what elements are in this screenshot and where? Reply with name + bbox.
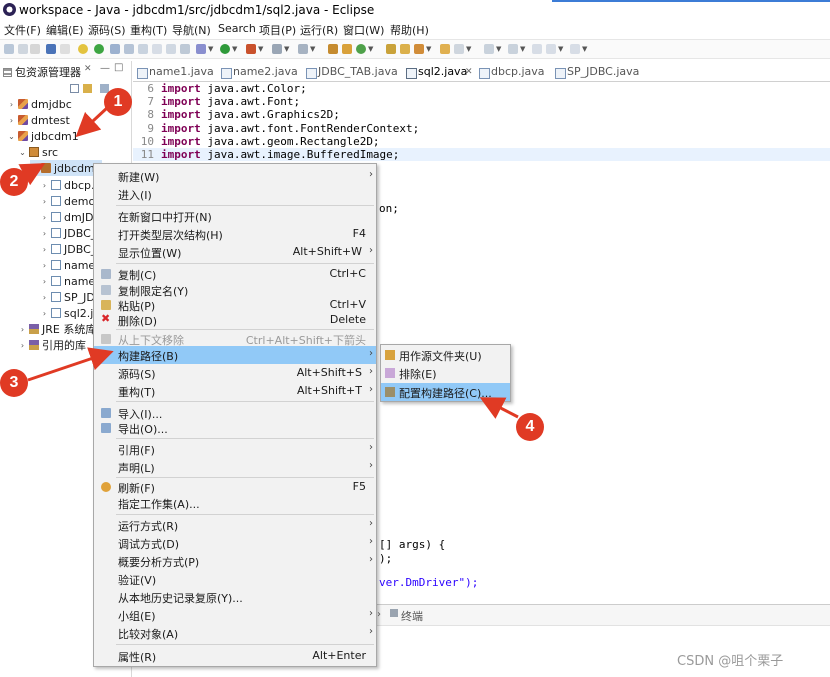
- annotation-arrow-1: [75, 106, 109, 138]
- annotation-arrow-3: [27, 347, 114, 382]
- watermark: CSDN @咀个栗子: [677, 654, 784, 669]
- annotation-badge-4: 4: [516, 413, 544, 441]
- annotation-badge-1: 1: [104, 88, 132, 116]
- annotation-badge-3: 3: [0, 369, 28, 397]
- annotation-arrow-4: [479, 397, 519, 419]
- annotation-badge-2: 2: [0, 168, 28, 196]
